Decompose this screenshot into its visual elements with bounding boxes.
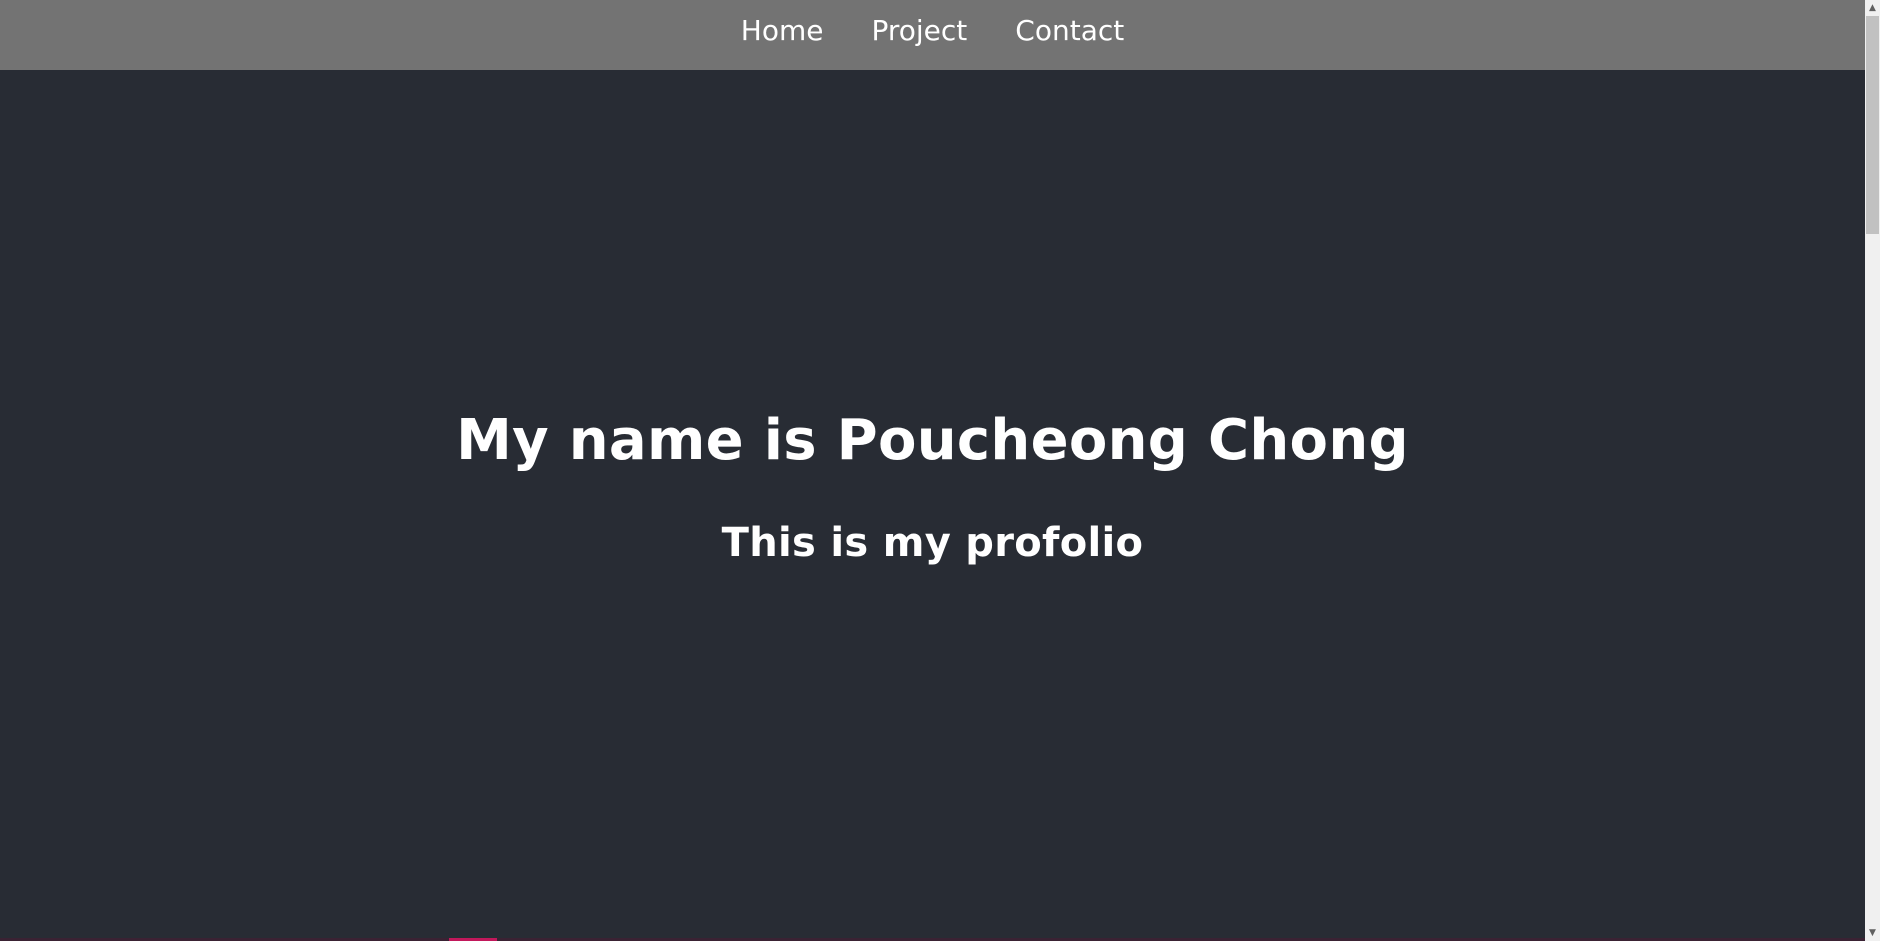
nav-link-home[interactable]: Home	[741, 17, 824, 45]
hero-title: My name is Poucheong Chong	[456, 408, 1409, 473]
page: Home Project Contact My name is Poucheon…	[0, 0, 1865, 941]
scroll-up-arrow-icon[interactable]: ▲	[1865, 0, 1880, 16]
scrollbar-thumb[interactable]	[1866, 16, 1879, 234]
hero-subtitle: This is my profolio	[721, 520, 1144, 566]
nav-link-contact[interactable]: Contact	[1015, 17, 1124, 45]
top-navbar: Home Project Contact	[0, 0, 1865, 70]
vertical-scrollbar[interactable]: ▲ ▼	[1865, 0, 1880, 941]
nav-link-project[interactable]: Project	[871, 17, 967, 45]
scroll-down-arrow-icon[interactable]: ▼	[1865, 925, 1880, 941]
hero-section: My name is Poucheong Chong This is my pr…	[0, 70, 1865, 938]
